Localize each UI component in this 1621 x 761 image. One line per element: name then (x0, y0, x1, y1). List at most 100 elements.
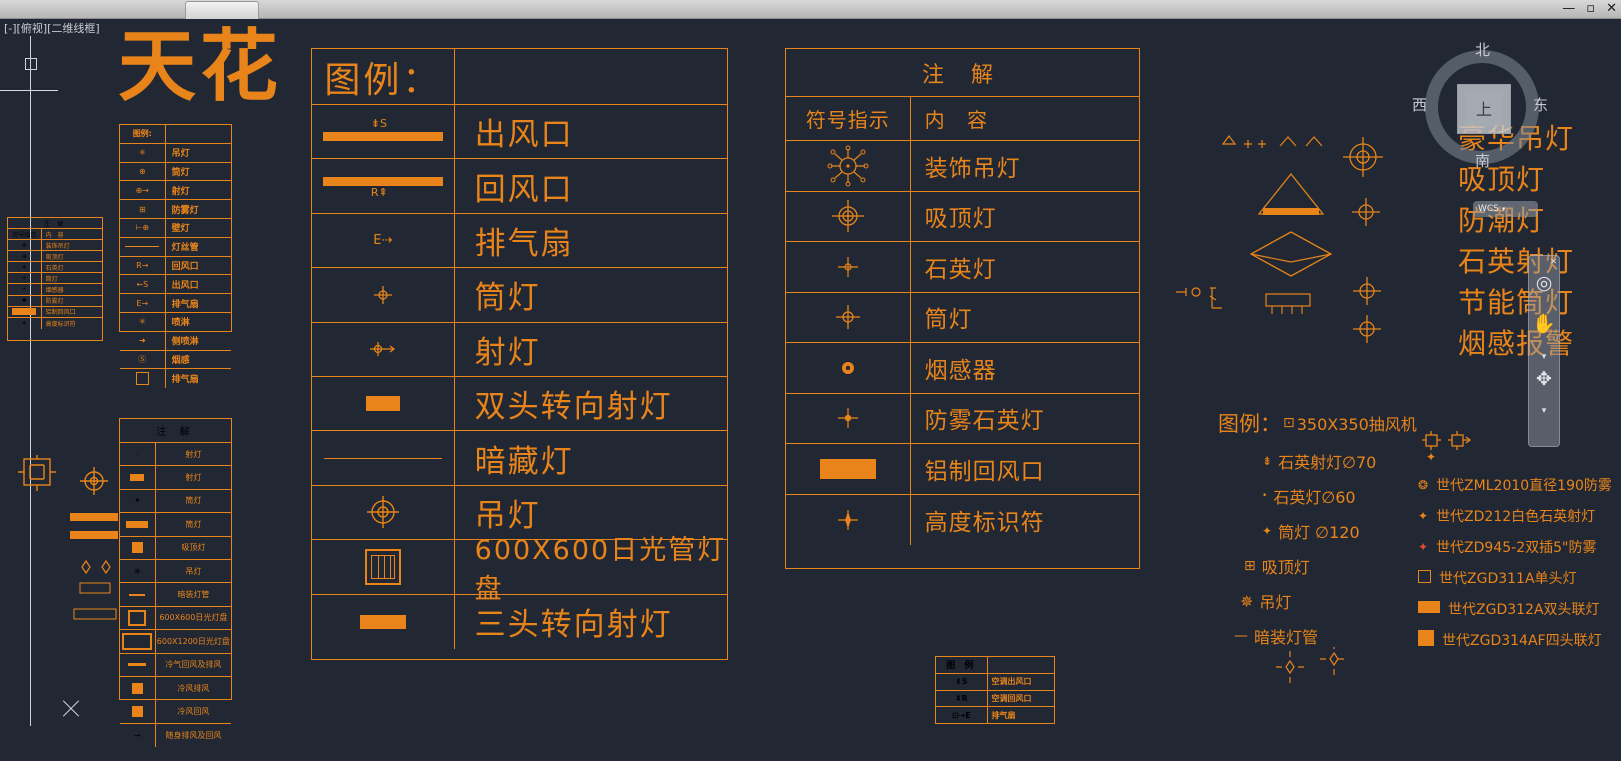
table-row[interactable]: 双头转向射灯 (312, 376, 727, 432)
list-item[interactable]: ✦ 筒灯 (120, 489, 231, 514)
ucs-icon (0, 30, 78, 130)
list-item[interactable]: ⊡⇢E 排气扇 (936, 707, 1054, 725)
downlight-icon (786, 292, 911, 342)
list-item[interactable]: • 烟感器 (8, 284, 102, 296)
table-row[interactable]: 筒灯 (312, 268, 727, 323)
table-row[interactable]: 防雾石英灯 (786, 393, 1139, 444)
list-item[interactable]: · 射灯 (120, 443, 231, 467)
note-row-label: 高度标识符 (924, 509, 1045, 536)
window-tab[interactable] (185, 1, 259, 19)
close-icon[interactable]: ✕ (1550, 257, 1557, 266)
note-table: 注 解 符号指示 内 容 装饰吊灯 吸顶灯 石英灯 筒灯 烟感器 防雾石英灯 铝… (785, 48, 1140, 569)
orbit-icon[interactable]: ✥ (1529, 368, 1559, 390)
pan-hand-icon[interactable]: ✋ (1529, 312, 1559, 335)
list-item[interactable]: R→ 回风口 (120, 256, 231, 276)
steering-wheel-icon[interactable]: ◎ (1529, 272, 1559, 294)
small-note-label: 吊灯 (185, 566, 202, 576)
table-row[interactable]: 装饰吊灯 (786, 141, 1139, 192)
list-item[interactable]: ⊕→ 射灯 (120, 181, 231, 201)
list-item[interactable]: ✳ 吊灯 (120, 143, 231, 163)
list-item[interactable]: ✦ 高度标识符 (8, 317, 102, 329)
list-item[interactable]: 射灯 (120, 466, 231, 490)
chevron-down-icon[interactable]: ▾ (1529, 406, 1559, 416)
maximize-button[interactable]: ▫ (1586, 1, 1595, 17)
fogproof-light-icon: ✹ (8, 295, 42, 306)
list-item[interactable]: ⊕ 吸顶灯 (8, 251, 102, 263)
note-row-label: 筒灯 (924, 307, 973, 334)
list-item[interactable]: ⇞R 空调回风口 (936, 690, 1054, 708)
compass-west-label[interactable]: 西 (1412, 94, 1427, 115)
small-legend-label: 回风口 (171, 261, 199, 272)
table-row[interactable]: 吸顶灯 (786, 191, 1139, 242)
list-item[interactable]: ✵ 装饰吊灯 (8, 240, 102, 252)
view-cube[interactable]: 上 北 南 西 东 (1412, 39, 1548, 172)
chevron-down-icon[interactable]: ▾ (1502, 205, 1506, 213)
wcs-selector[interactable]: WCS ▾ (1473, 201, 1538, 217)
list-item[interactable]: 600X600日光灯盘 (120, 606, 231, 631)
micro-note-label: 筒灯 (45, 275, 58, 283)
table-row[interactable]: 石英灯 (786, 242, 1139, 293)
list-item[interactable]: ✵ 吊灯 (120, 559, 231, 584)
close-button[interactable]: ✕ (1606, 1, 1617, 17)
table-row[interactable]: 暗藏灯 (312, 431, 727, 486)
compass-east-label[interactable]: 东 (1533, 94, 1548, 115)
four-head-light-icon (1418, 630, 1434, 650)
table-row[interactable]: 高度标识符 (786, 494, 1139, 545)
navigation-bar[interactable]: ✕ ◎ ✋ ▾ ✥ ▾ (1528, 255, 1560, 447)
chevron-down-icon[interactable]: ▾ (1529, 352, 1559, 362)
list-item[interactable]: ✦ 世代ZD945-2双插5"防雾 (1418, 537, 1621, 557)
table-row[interactable]: 三头转向射灯 (312, 594, 727, 649)
list-item[interactable]: 世代ZGD312A双头联灯 (1418, 599, 1621, 619)
list-item[interactable]: ✛ 筒灯 (8, 273, 102, 285)
table-row[interactable]: E⇢ 排气扇 (312, 213, 727, 269)
list-item[interactable]: 世代ZGD311A单头灯 (1418, 568, 1621, 588)
small-note-label: 射灯 (185, 473, 202, 483)
table-row[interactable]: 铝制回风口 (786, 444, 1139, 495)
list-item[interactable]: ⊢⊕ 壁灯 (120, 218, 231, 238)
compass-north-label[interactable]: 北 (1475, 39, 1490, 60)
bottom-legend-header: 图 例 (936, 657, 1054, 674)
list-item[interactable]: 冷风排风 (120, 676, 231, 701)
compass-south-label[interactable]: 南 (1475, 150, 1490, 171)
list-item[interactable]: ⊞ 防雾灯 (120, 200, 231, 219)
ceiling-light-icon: ⊞ (1244, 558, 1256, 574)
list-item[interactable]: ✦ 石英灯 (8, 262, 102, 274)
list-item[interactable]: ✹ 防雾灯 (8, 295, 102, 307)
list-item[interactable]: ⊕ 筒灯 (120, 162, 231, 182)
list-item[interactable]: E→ 排气扇 (120, 294, 231, 313)
supply-air-vent-icon: ←S (120, 275, 166, 294)
small-note-label: 600X600日光灯盘 (159, 613, 228, 623)
view-cube-top-face[interactable]: 上 (1457, 84, 1511, 134)
list-item[interactable]: 冷气回风及排风 (120, 653, 231, 677)
list-item[interactable]: Ⓢ 烟感 (120, 350, 231, 370)
list-item[interactable]: 排气扇 (120, 369, 231, 389)
list-item[interactable]: → 随身排风及回风 (120, 723, 231, 748)
list-item[interactable]: 灯丝管 (120, 237, 231, 257)
list-item[interactable]: 暗装灯管 (120, 583, 231, 607)
small-legend-label: 烟感 (171, 355, 190, 366)
list-item[interactable]: 筒灯 (120, 513, 231, 537)
table-row[interactable]: 筒灯 (786, 292, 1139, 343)
list-item[interactable]: ➜ 侧喷淋 (120, 331, 231, 351)
small-legend-label: 筒灯 (171, 167, 190, 178)
list-item[interactable]: ✳ 喷淋 (120, 312, 231, 332)
minimize-button[interactable]: — (1562, 1, 1575, 17)
list-item[interactable]: 600X1200日光灯盘 (120, 630, 231, 654)
exhaust-fan-box-icon (120, 369, 166, 389)
table-row[interactable]: R⇞ 回风口 (312, 159, 727, 214)
list-item[interactable]: 冷风回风 (120, 700, 231, 724)
list-item[interactable]: 吸顶灯 (120, 536, 231, 560)
list-item[interactable]: ←S 出风口 (120, 275, 231, 295)
panel-600x1200-icon (120, 630, 156, 653)
list-item[interactable]: ❂ 世代ZML2010直径190防雾 (1418, 475, 1621, 495)
small-note-label: 吸顶灯 (181, 543, 206, 553)
list-item[interactable]: ⇟S 空调出风口 (936, 673, 1054, 691)
list-item[interactable]: 铝制回风口 (8, 306, 102, 318)
table-row[interactable]: 600X600日光管灯盘 (312, 535, 727, 605)
table-row[interactable]: 射灯 (312, 322, 727, 377)
list-item[interactable]: 世代ZGD314AF四头联灯 (1418, 630, 1621, 650)
table-row[interactable]: ⇟S 出风口 (312, 105, 727, 160)
exhaust-fan-icon: ⊡⇢E (936, 707, 988, 725)
table-row[interactable]: 烟感器 (786, 343, 1139, 394)
list-item[interactable]: ✦ 世代ZD212白色石英射灯 (1418, 506, 1621, 526)
